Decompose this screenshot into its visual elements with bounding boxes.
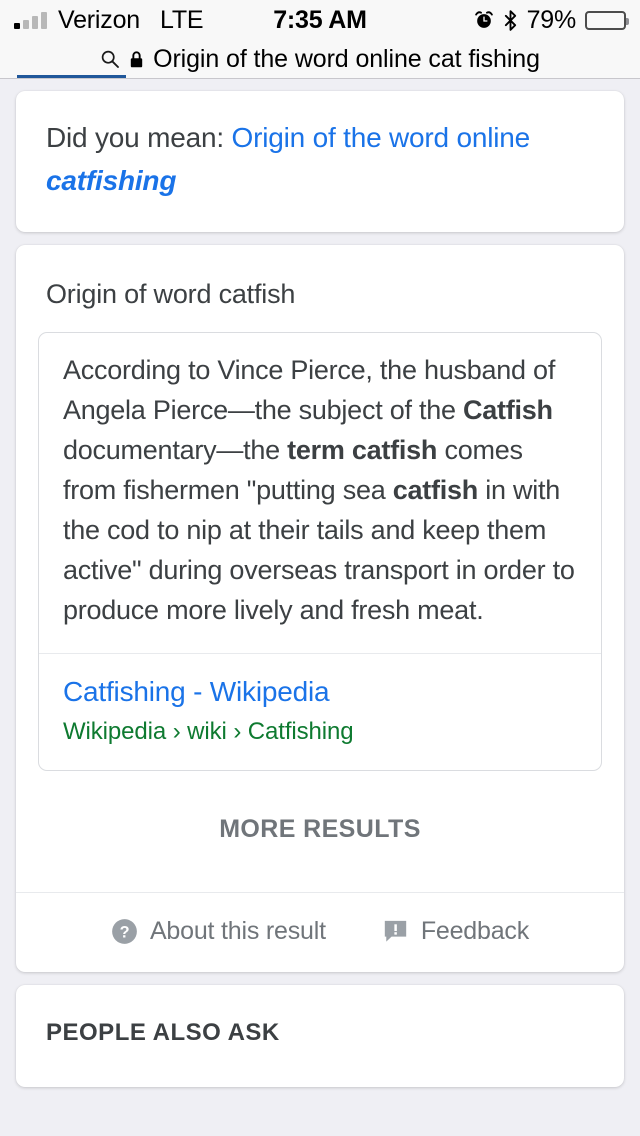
snippet-footer: ? About this result Feedback bbox=[16, 891, 624, 972]
carrier-label: Verizon bbox=[58, 5, 140, 34]
more-results-button[interactable]: MORE RESULTS bbox=[16, 771, 624, 892]
feedback-button[interactable]: Feedback bbox=[382, 917, 529, 946]
search-icon bbox=[100, 49, 120, 69]
about-this-result-label: About this result bbox=[149, 916, 326, 945]
people-also-ask-title: PEOPLE ALSO ASK bbox=[46, 1018, 280, 1046]
address-bar[interactable]: Origin of the word online cat fishing bbox=[0, 40, 640, 79]
feedback-bubble-icon bbox=[382, 918, 409, 945]
bluetooth-icon bbox=[503, 9, 518, 31]
status-bar-left: Verizon LTE bbox=[14, 5, 204, 35]
battery-percent-label: 79% bbox=[526, 5, 577, 34]
svg-text:?: ? bbox=[120, 923, 130, 941]
suggestion-emphasis-text: catfishing bbox=[46, 164, 177, 196]
snippet-text-run: —the subject of the bbox=[227, 395, 463, 426]
people-also-ask-body: PEOPLE ALSO ASK bbox=[16, 985, 624, 1087]
featured-snippet-box: According to Vince Pierce, the husband o… bbox=[38, 332, 602, 771]
source-breadcrumb: Wikipedia › wiki › Catfishing bbox=[63, 717, 354, 745]
snippet-text-run: documentary—the bbox=[63, 435, 288, 465]
address-bar-query: Origin of the word online cat fishing bbox=[153, 44, 540, 73]
lock-icon bbox=[129, 50, 144, 69]
snippet-bold-run: catfish bbox=[392, 474, 479, 505]
did-you-mean-card: Did you mean: Origin of the word online … bbox=[16, 91, 624, 233]
browser-chrome: Verizon LTE 7:35 AM 79% Origin of the wo… bbox=[0, 0, 640, 79]
source-title-link[interactable]: Catfishing - Wikipedia bbox=[63, 676, 577, 708]
featured-snippet-source[interactable]: Catfishing - Wikipedia Wikipedia › wiki … bbox=[39, 652, 601, 770]
page-load-progress-bar bbox=[17, 75, 126, 78]
search-results-content: Did you mean: Origin of the word online … bbox=[0, 79, 640, 1087]
question-mark-circle-icon: ? bbox=[111, 918, 138, 945]
feedback-label: Feedback bbox=[420, 916, 530, 945]
snippet-bold-run: Catfish bbox=[463, 395, 553, 426]
cellular-signal-icon bbox=[14, 11, 47, 29]
about-this-result-button[interactable]: ? About this result bbox=[111, 917, 326, 946]
featured-snippet-title: Origin of word catfish bbox=[46, 279, 296, 310]
featured-snippet-text: According to Vince Pierce, the husband o… bbox=[39, 333, 601, 653]
did-you-mean-prefix: Did you mean: bbox=[46, 122, 232, 153]
status-bar: Verizon LTE 7:35 AM 79% bbox=[0, 0, 640, 40]
suggestion-plain-text: Origin of the word online bbox=[231, 122, 531, 153]
network-type-label: LTE bbox=[160, 5, 204, 34]
status-bar-right: 79% bbox=[474, 5, 629, 35]
battery-icon bbox=[585, 10, 629, 30]
alarm-clock-icon bbox=[474, 10, 494, 30]
featured-snippet-card: Origin of word catfish According to Vinc… bbox=[16, 245, 624, 972]
did-you-mean-text: Did you mean: Origin of the word online … bbox=[16, 91, 624, 232]
people-also-ask-card: PEOPLE ALSO ASK bbox=[16, 984, 624, 1087]
snippet-bold-run: term catfish bbox=[287, 435, 438, 465]
